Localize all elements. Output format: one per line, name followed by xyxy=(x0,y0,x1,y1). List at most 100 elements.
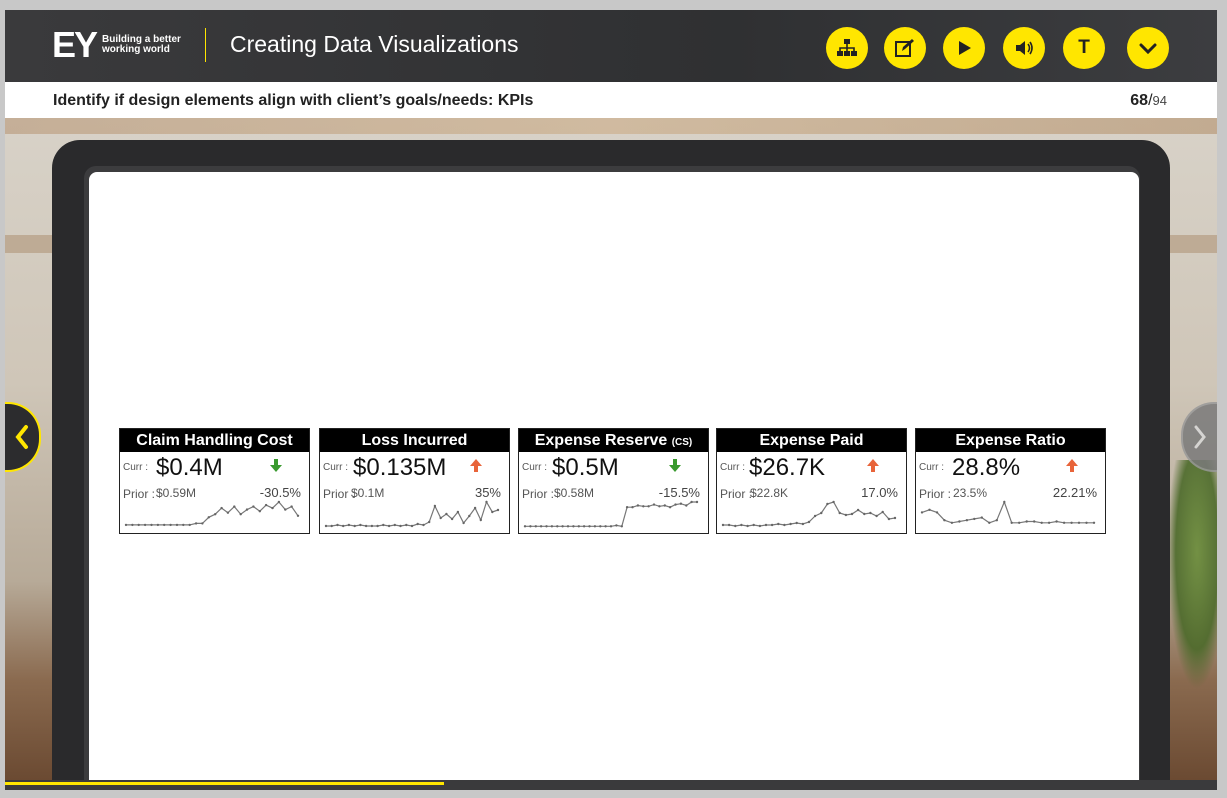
sparkline-point xyxy=(869,511,872,515)
sparkline-point xyxy=(163,523,166,527)
sparkline-point xyxy=(393,523,396,527)
sparkline-line xyxy=(525,501,697,527)
sparkline-point xyxy=(496,508,500,512)
course-player: EY Building a better working world Creat… xyxy=(5,10,1217,790)
sparkline-point xyxy=(965,519,969,522)
sparkline-point xyxy=(473,506,477,510)
sparkline-point xyxy=(658,505,661,508)
sparkline-point xyxy=(958,520,961,523)
arrow-up-icon xyxy=(470,459,482,472)
arrow-down-icon xyxy=(270,459,282,472)
sparkline-point xyxy=(690,500,693,504)
sparkline-point xyxy=(625,506,629,509)
prior-value: $22.8K xyxy=(750,486,789,500)
sparkline-point xyxy=(935,511,939,514)
sparkline-point xyxy=(1047,521,1051,524)
sparkline-point xyxy=(887,517,891,521)
kpi-title: Claim Handling Cost xyxy=(120,429,309,452)
sparkline-point xyxy=(169,523,172,527)
sparkline-point xyxy=(620,525,623,528)
sparkline xyxy=(124,500,300,527)
sparkline-point xyxy=(1040,521,1043,524)
play-button[interactable] xyxy=(943,27,985,69)
sparkline-point xyxy=(801,522,805,526)
sparkline-point xyxy=(783,523,786,527)
sparkline-point xyxy=(450,517,454,521)
sparkline-point xyxy=(264,503,268,507)
kpi-title-suffix: (CS) xyxy=(671,437,693,448)
page-total: 94 xyxy=(1152,93,1167,108)
sparkline-point xyxy=(1055,520,1058,523)
sparkline-point xyxy=(370,524,374,528)
sparkline-point xyxy=(572,525,575,528)
sitemap-button[interactable] xyxy=(826,27,868,69)
sparkline-point xyxy=(685,504,688,507)
sparkline-point xyxy=(752,523,755,527)
sparkline-point xyxy=(674,503,677,506)
header-bar: EY Building a better working world Creat… xyxy=(5,10,1217,82)
sparkline-point xyxy=(347,523,351,527)
kpi-card: Expense Paid Curr : $26.7K Prior : $22.8K 17.… xyxy=(716,428,907,534)
sparkline-point xyxy=(813,514,817,518)
change-percent: 22.21% xyxy=(1052,485,1097,500)
kpi-card: Loss Incurred Curr : $0.135M Prior : $0.1M 35… xyxy=(319,428,510,534)
sparkline-point xyxy=(566,525,570,528)
header-divider xyxy=(205,28,206,62)
sparkline-point xyxy=(647,505,650,508)
sparkline-point xyxy=(789,522,792,526)
sparkline-point xyxy=(875,514,878,518)
sparkline-point xyxy=(764,523,768,527)
arrow-up-icon xyxy=(867,459,879,472)
progress-bar xyxy=(5,780,1217,790)
sparkline-point xyxy=(416,522,419,526)
sparkline-point xyxy=(832,500,835,504)
sparkline-point xyxy=(290,505,293,508)
current-label: Curr : xyxy=(720,462,745,473)
sparkline-point xyxy=(1033,520,1036,523)
sparkline-point xyxy=(995,519,998,522)
kpi-card: Expense Ratio Curr :28.8% Prior :23.5% 22.2… xyxy=(915,428,1106,534)
notes-button[interactable] xyxy=(884,27,926,69)
kpi-card: Claim Handling Cost Curr : $0.4M Prior : $0.… xyxy=(119,428,310,534)
chevron-right-icon xyxy=(1194,425,1206,449)
sparkline-point xyxy=(284,508,287,511)
sparkline-point xyxy=(523,525,527,528)
sparkline-point xyxy=(382,523,385,527)
sparkline-point xyxy=(795,521,798,525)
sparkline-point xyxy=(201,522,204,525)
sparkline-point xyxy=(364,524,368,528)
sparkline-point xyxy=(359,523,362,527)
sparkline-point xyxy=(353,524,356,528)
change-percent: 17.0% xyxy=(861,485,898,500)
prior-value: 23.5% xyxy=(953,486,988,500)
sparkline-point xyxy=(376,524,379,528)
sparkline-point xyxy=(988,521,991,524)
sparkline-point xyxy=(433,504,437,508)
edit-icon xyxy=(895,39,914,57)
chevron-down-icon xyxy=(1139,43,1157,55)
sparkline-point xyxy=(175,523,179,527)
sparkline-line xyxy=(326,500,499,527)
sparkline-point xyxy=(615,524,618,527)
slide-title-bar: Identify if design elements align with c… xyxy=(5,82,1217,118)
sparkline-point xyxy=(150,523,153,527)
sparkline-point xyxy=(1085,521,1088,524)
sparkline-point xyxy=(156,523,160,527)
sparkline-point xyxy=(928,508,931,511)
logo-tagline: Building a better working world xyxy=(102,35,192,55)
transcript-button[interactable]: T xyxy=(1063,27,1105,69)
volume-button[interactable] xyxy=(1003,27,1045,69)
sparkline-point xyxy=(410,524,414,528)
menu-button[interactable] xyxy=(1127,27,1169,69)
chevron-left-icon xyxy=(15,425,28,449)
background-plant xyxy=(1167,460,1217,690)
sparkline-point xyxy=(856,508,860,512)
sparkline-point xyxy=(342,524,345,528)
sitemap-icon xyxy=(837,39,857,56)
sparkline-point xyxy=(636,504,640,507)
kpi-title-text: Loss Incurred xyxy=(361,432,468,449)
progress-fill xyxy=(5,782,444,785)
sparkline-point xyxy=(422,523,425,527)
sparkline-point xyxy=(194,522,198,525)
current-value: $26.7K xyxy=(749,454,826,481)
